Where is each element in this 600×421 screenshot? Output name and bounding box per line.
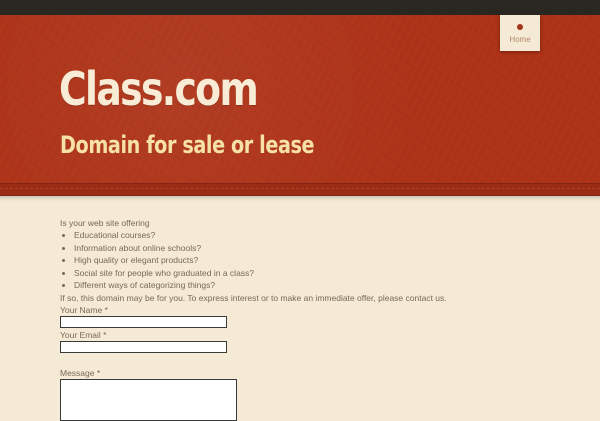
site-tagline: Domain for sale or lease xyxy=(60,131,315,159)
header-shadow xyxy=(0,195,600,201)
outro-text: If so, this domain may be for you. To ex… xyxy=(60,292,447,303)
site-title: Class.com xyxy=(59,62,259,116)
email-input[interactable] xyxy=(60,340,227,353)
nav-home-label: Home xyxy=(509,35,531,44)
list-item: High quality or elegant products? xyxy=(74,254,540,267)
list-item: Social site for people who graduated in … xyxy=(74,267,540,280)
contact-form: Your Name * Your Email * Message * xyxy=(60,304,540,421)
list-item: Information about online schools? xyxy=(74,242,540,255)
form-spacer xyxy=(60,353,540,367)
main-content: Is your web site offering Educational co… xyxy=(60,217,540,421)
intro-text: Is your web site offering xyxy=(60,218,150,228)
list-item: Different ways of categorizing things? xyxy=(74,279,540,292)
offer-list: Educational courses? Information about o… xyxy=(60,229,540,292)
nav-home-tab[interactable]: Home xyxy=(500,15,540,51)
header-stitch-line xyxy=(0,188,600,189)
nav-active-dot-icon xyxy=(517,24,523,30)
name-label: Your Name * xyxy=(60,304,108,315)
name-input[interactable] xyxy=(60,315,227,328)
list-item: Educational courses? xyxy=(74,229,540,242)
top-bar xyxy=(0,0,600,15)
message-label: Message * xyxy=(60,367,101,378)
email-label: Your Email * xyxy=(60,329,107,340)
